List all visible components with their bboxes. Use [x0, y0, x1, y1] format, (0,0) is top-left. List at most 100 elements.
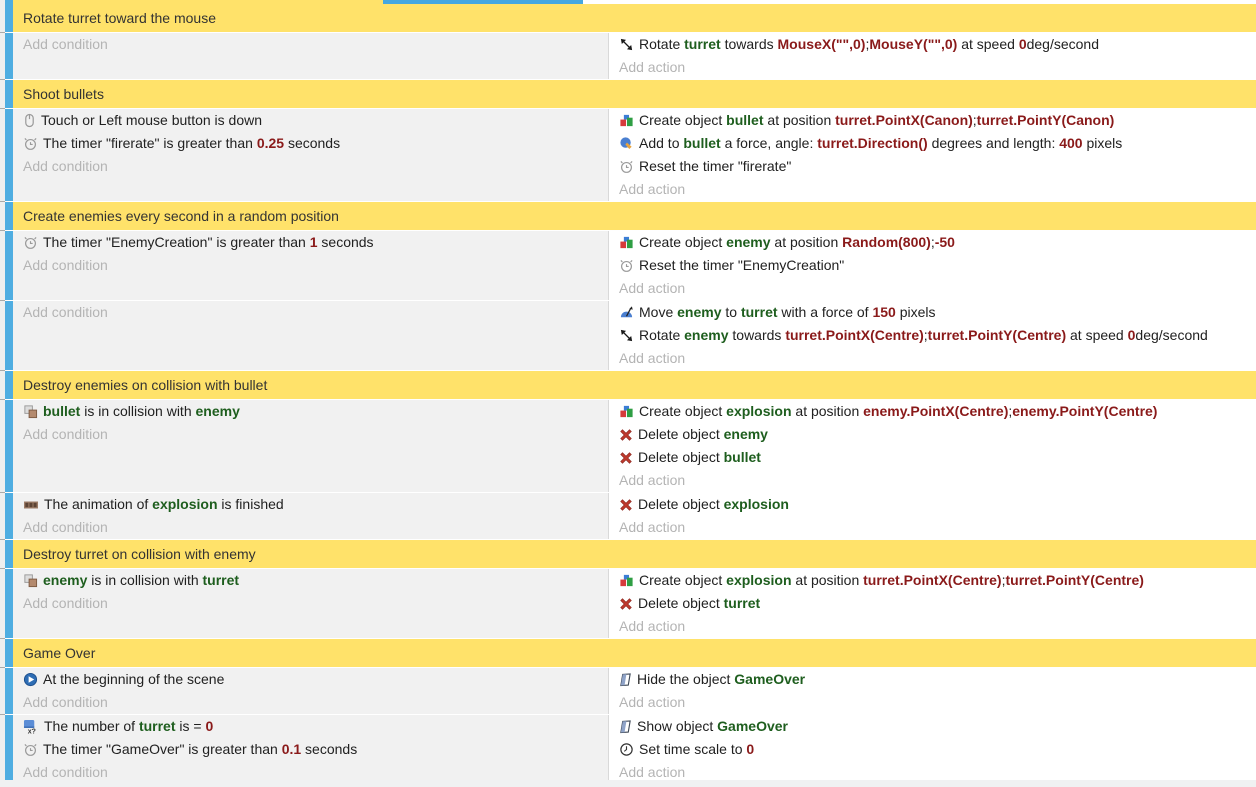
- action-row[interactable]: Reset the timer "firerate": [609, 155, 1256, 178]
- add-action-button[interactable]: Add action: [609, 516, 1256, 539]
- action-text-plain: Rotate: [639, 36, 684, 52]
- event-selection-bar[interactable]: [5, 301, 13, 370]
- action-row[interactable]: Delete object explosion: [609, 493, 1256, 516]
- add-action-button[interactable]: Add action: [609, 347, 1256, 370]
- action-text-plain: pixels: [896, 304, 936, 320]
- event-block[interactable]: x?The number of turret is = 0The timer "…: [0, 715, 1256, 784]
- event-selection-bar[interactable]: [5, 33, 13, 79]
- condition-row[interactable]: The timer "EnemyCreation" is greater tha…: [13, 231, 608, 254]
- add-action-button[interactable]: Add action: [609, 469, 1256, 492]
- condition-row[interactable]: enemy is in collision with turret: [13, 569, 608, 592]
- add-condition-button[interactable]: Add condition: [13, 691, 608, 714]
- event-selection-bar[interactable]: [5, 202, 13, 230]
- event-block[interactable]: bullet is in collision with enemyAdd con…: [0, 400, 1256, 492]
- action-row[interactable]: Set time scale to 0: [609, 738, 1256, 761]
- add-condition-button[interactable]: Add condition: [13, 516, 608, 539]
- tree-gutter: [0, 715, 5, 784]
- condition-text-plain: is in collision with: [87, 572, 202, 588]
- action-text-plain: at speed: [1066, 327, 1128, 343]
- event-selection-bar[interactable]: [5, 569, 13, 638]
- add-action-button[interactable]: Add action: [609, 56, 1256, 79]
- event-selection-bar[interactable]: [5, 668, 13, 714]
- condition-row[interactable]: The timer "GameOver" is greater than 0.1…: [13, 738, 608, 761]
- event-selection-bar[interactable]: [5, 231, 13, 300]
- event-selection-bar[interactable]: [5, 109, 13, 201]
- action-row[interactable]: Add to bullet a force, angle: turret.Dir…: [609, 132, 1256, 155]
- action-row[interactable]: Create object explosion at position turr…: [609, 569, 1256, 592]
- event-block[interactable]: enemy is in collision with turretAdd con…: [0, 569, 1256, 638]
- event-selection-bar[interactable]: [5, 639, 13, 667]
- delete-icon: [619, 451, 633, 465]
- action-row[interactable]: Move enemy to turret with a force of 150…: [609, 301, 1256, 324]
- action-row[interactable]: Hide the object GameOver: [609, 668, 1256, 691]
- event-selection-bar[interactable]: [5, 400, 13, 492]
- action-row[interactable]: Reset the timer "EnemyCreation": [609, 254, 1256, 277]
- event-columns: Add conditionRotate turret towards Mouse…: [13, 33, 1256, 79]
- action-text-value: -50: [935, 234, 955, 250]
- create-icon: [619, 113, 634, 128]
- event-block[interactable]: At the beginning of the sceneAdd conditi…: [0, 668, 1256, 714]
- action-text-value: turret.PointX(Centre): [863, 572, 1001, 588]
- conditions-column: enemy is in collision with turretAdd con…: [13, 569, 608, 638]
- actions-column: Create object explosion at position enem…: [609, 400, 1256, 492]
- action-row[interactable]: Delete object bullet: [609, 446, 1256, 469]
- comment-label[interactable]: Destroy turret on collision with enemy: [13, 540, 1256, 568]
- add-action-button[interactable]: Add action: [609, 691, 1256, 714]
- event-selection-bar[interactable]: [5, 540, 13, 568]
- action-row[interactable]: Delete object turret: [609, 592, 1256, 615]
- event-selection-bar[interactable]: [5, 493, 13, 539]
- add-condition-button[interactable]: Add condition: [13, 301, 608, 324]
- condition-row[interactable]: At the beginning of the scene: [13, 668, 608, 691]
- comment-label[interactable]: Create enemies every second in a random …: [13, 202, 1256, 230]
- add-condition-button[interactable]: Add condition: [13, 33, 608, 56]
- conditions-column: The animation of explosion is finishedAd…: [13, 493, 608, 539]
- event-block[interactable]: The animation of explosion is finishedAd…: [0, 493, 1256, 539]
- condition-row[interactable]: bullet is in collision with enemy: [13, 400, 608, 423]
- comment-label[interactable]: Shoot bullets: [13, 80, 1256, 108]
- event-block[interactable]: Add conditionMove enemy to turret with a…: [0, 301, 1256, 370]
- comment-block[interactable]: Rotate turret toward the mouse: [0, 4, 1256, 32]
- action-row[interactable]: Create object bullet at position turret.…: [609, 109, 1256, 132]
- action-row[interactable]: Create object explosion at position enem…: [609, 400, 1256, 423]
- event-block[interactable]: The timer "EnemyCreation" is greater tha…: [0, 231, 1256, 300]
- action-text-value: 150: [872, 304, 895, 320]
- comment-block[interactable]: Create enemies every second in a random …: [0, 202, 1256, 230]
- add-action-button[interactable]: Add action: [609, 178, 1256, 201]
- add-condition-button[interactable]: Add condition: [13, 592, 608, 615]
- svg-text:x?: x?: [28, 729, 36, 734]
- event-block[interactable]: Touch or Left mouse button is downThe ti…: [0, 109, 1256, 201]
- comment-label[interactable]: Game Over: [13, 639, 1256, 667]
- condition-row[interactable]: Touch or Left mouse button is down: [13, 109, 608, 132]
- condition-row[interactable]: x?The number of turret is = 0: [13, 715, 608, 738]
- comment-label[interactable]: Rotate turret toward the mouse: [13, 4, 1256, 32]
- action-text-value: turret.PointX(Canon): [835, 112, 973, 128]
- add-action-button[interactable]: Add action: [609, 277, 1256, 300]
- add-condition-button[interactable]: Add condition: [13, 155, 608, 178]
- action-text-plain: Rotate: [639, 327, 684, 343]
- tree-gutter: [0, 371, 5, 399]
- add-condition-button[interactable]: Add condition: [13, 254, 608, 277]
- comment-block[interactable]: Shoot bullets: [0, 80, 1256, 108]
- add-action-button[interactable]: Add action: [609, 615, 1256, 638]
- comment-block[interactable]: Destroy turret on collision with enemy: [0, 540, 1256, 568]
- action-row[interactable]: Create object enemy at position Random(8…: [609, 231, 1256, 254]
- timer-icon: [23, 235, 38, 250]
- add-condition-button[interactable]: Add condition: [13, 423, 608, 446]
- event-block[interactable]: Add conditionRotate turret towards Mouse…: [0, 33, 1256, 79]
- condition-row[interactable]: The animation of explosion is finished: [13, 493, 608, 516]
- comment-block[interactable]: Destroy enemies on collision with bullet: [0, 371, 1256, 399]
- tree-gutter: [0, 33, 5, 79]
- action-row[interactable]: Rotate enemy towards turret.PointX(Centr…: [609, 324, 1256, 347]
- action-text-object: turret: [684, 36, 721, 52]
- condition-row[interactable]: The timer "firerate" is greater than 0.2…: [13, 132, 608, 155]
- event-selection-bar[interactable]: [5, 80, 13, 108]
- action-row[interactable]: Rotate turret towards MouseX("",0);Mouse…: [609, 33, 1256, 56]
- event-selection-bar[interactable]: [5, 4, 13, 32]
- event-selection-bar[interactable]: [5, 715, 13, 784]
- action-row[interactable]: Delete object enemy: [609, 423, 1256, 446]
- action-text-plain: Show object: [637, 718, 717, 734]
- comment-block[interactable]: Game Over: [0, 639, 1256, 667]
- comment-label[interactable]: Destroy enemies on collision with bullet: [13, 371, 1256, 399]
- event-selection-bar[interactable]: [5, 371, 13, 399]
- action-row[interactable]: Show object GameOver: [609, 715, 1256, 738]
